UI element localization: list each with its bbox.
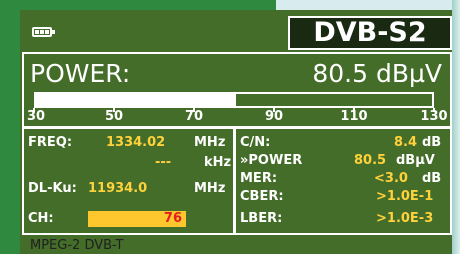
freq-unit: MHz	[194, 135, 226, 150]
battery-cell	[45, 30, 49, 34]
cn-label: C/N:	[240, 135, 271, 150]
mer-value: <3.0	[374, 171, 408, 186]
scale-label: 110	[340, 109, 368, 124]
cber-label: CBER:	[240, 189, 284, 204]
power-reading: 80.5 dBµV	[312, 59, 442, 88]
cn-value: 8.4	[394, 135, 418, 150]
cn-unit: dB	[422, 135, 442, 150]
channel-value: 76	[163, 211, 182, 226]
battery-icon	[32, 27, 55, 37]
device-bezel-right	[452, 0, 460, 254]
freq-value[interactable]: 1334.02	[106, 135, 165, 151]
downlink-label: DL-Ku:	[28, 181, 77, 196]
freq-label: FREQ:	[28, 135, 73, 150]
downlink-unit: MHz	[194, 181, 226, 196]
power-measure-value: 80.5	[354, 153, 387, 168]
tuning-panel: FREQ: 1334.02 MHz --- kHz DL-Ku: 11934.0…	[22, 127, 235, 235]
mer-unit: dB	[422, 171, 442, 186]
offset-unit: kHz	[204, 155, 232, 170]
power-label: POWER:	[30, 59, 131, 88]
power-measure-label: »POWER	[240, 153, 303, 168]
scale-label: 30	[26, 109, 46, 124]
downlink-value: 11934.0	[88, 181, 148, 196]
scale-label: 90	[264, 109, 284, 124]
lber-label: LBER:	[240, 211, 283, 226]
channel-field[interactable]: 76	[88, 211, 186, 227]
power-measure-unit: dBµV	[396, 153, 435, 168]
channel-label: CH:	[28, 211, 54, 226]
power-panel: POWER: 80.5 dBµV 30 50 70 90 110 130	[22, 52, 452, 128]
scale-label: 70	[184, 109, 204, 124]
cber-value: >1.0E-1	[376, 189, 434, 204]
lber-value: >1.0E-3	[376, 211, 434, 226]
offset-value: ---	[155, 155, 172, 170]
measurements-panel: C/N: 8.4 dB »POWER 80.5 dBµV MER: <3.0 d…	[234, 127, 452, 235]
power-level-bar	[34, 92, 434, 108]
battery-cell	[35, 30, 39, 34]
mode-indicator: DVB-S2	[288, 16, 452, 50]
power-level-fill	[36, 94, 236, 106]
meter-screen: DVB-S2 POWER: 80.5 dBµV 30 50 70 90 110 130 F…	[20, 10, 452, 254]
scale-label: 50	[104, 109, 124, 124]
scale-label: 130	[420, 109, 448, 124]
mer-label: MER:	[240, 171, 278, 186]
footer-standard: MPEG-2 DVB-T	[30, 238, 124, 253]
battery-cell	[40, 30, 44, 34]
